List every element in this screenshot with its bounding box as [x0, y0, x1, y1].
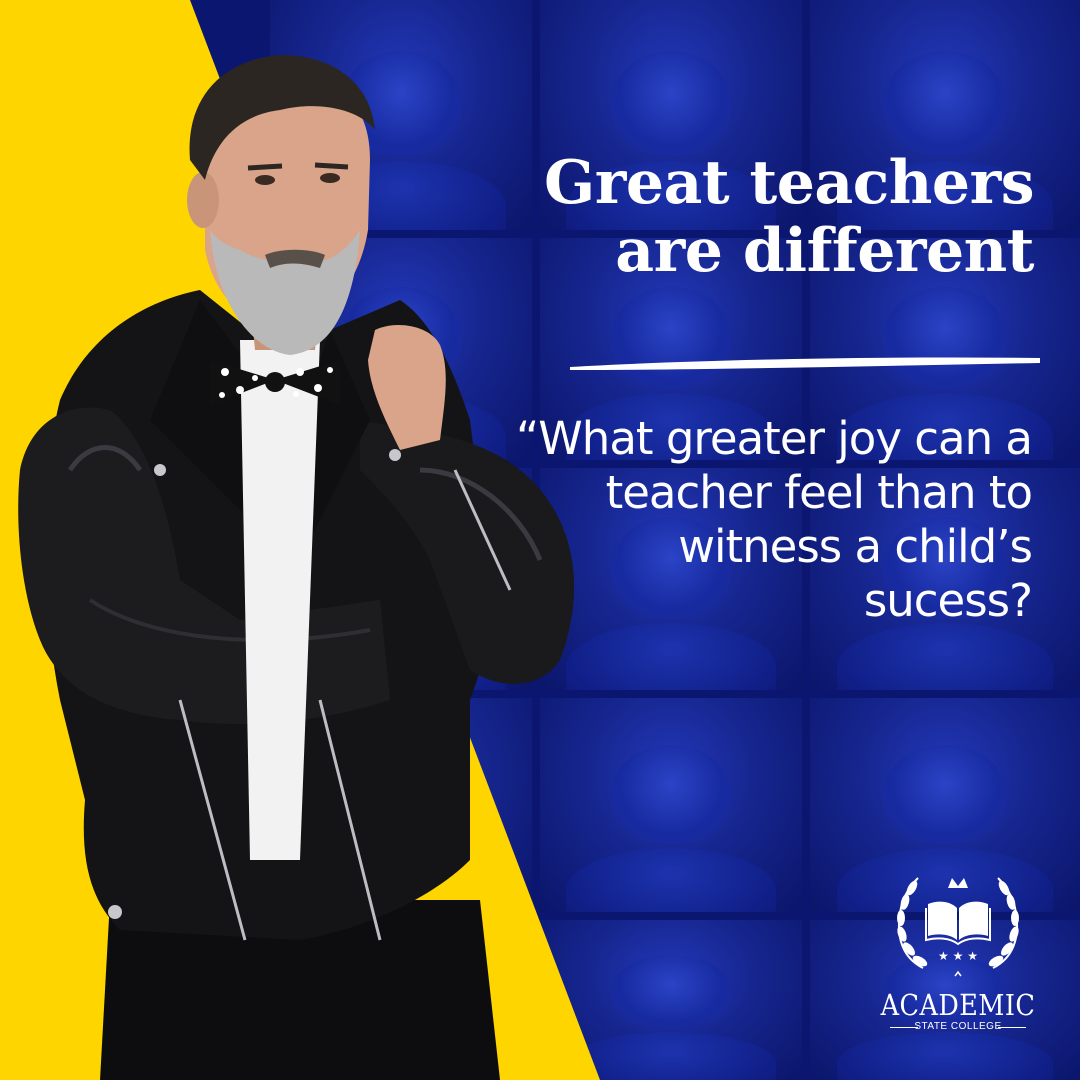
poster: Great teachers are different “What great…	[0, 0, 1080, 1080]
headline-line-2: are different	[615, 215, 1034, 286]
headline: Great teachers are different	[474, 148, 1035, 286]
quote-line-1: “What greater joy can a	[515, 412, 1033, 465]
headline-line-1: Great teachers	[544, 148, 1035, 218]
quote-line-2: teacher feel than to	[605, 466, 1033, 519]
quote-line-3: witness a child’s	[678, 520, 1033, 573]
brush-underline	[570, 357, 1040, 370]
quote-line-4: sucess?	[863, 574, 1033, 627]
open-book-laurel-crown-icon: ★ ★ ★	[897, 877, 1019, 977]
svg-text:★ ★ ★: ★ ★ ★	[938, 949, 978, 963]
quote: “What greater joy can a teacher feel tha…	[512, 412, 1033, 628]
logo-name: ACADEMIC	[880, 988, 1036, 1022]
logo-divider-right	[998, 1027, 1026, 1028]
college-logo: ★ ★ ★ ACADEMIC STATE COLLEGE	[868, 868, 1048, 1048]
